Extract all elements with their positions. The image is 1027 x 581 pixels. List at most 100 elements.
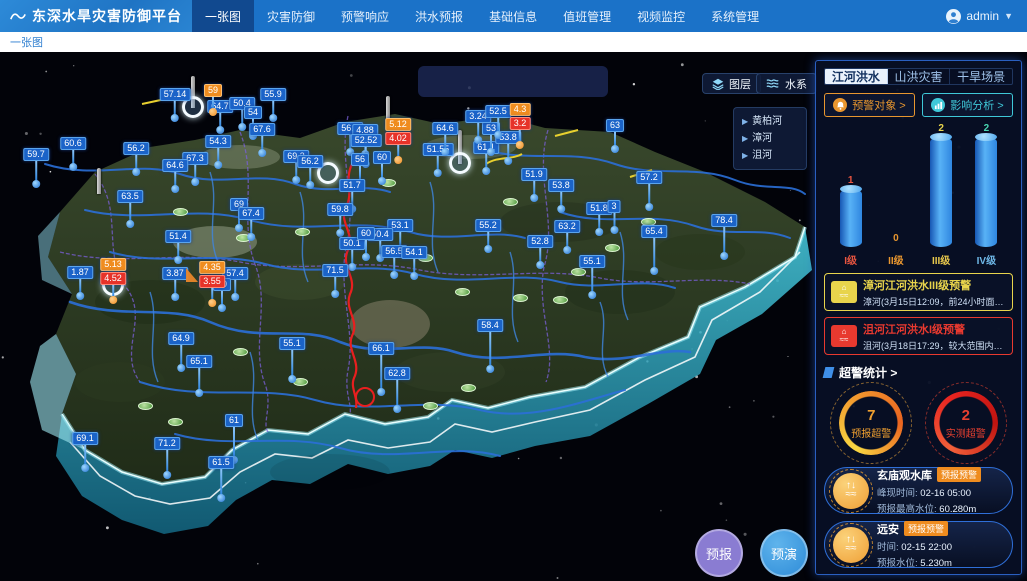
water-level-value: 64.6 (432, 122, 458, 135)
water-level-value: 69.1 (72, 432, 98, 445)
water-level-marker[interactable]: 65.1 (186, 355, 212, 397)
warning-card[interactable]: ⌂≈≈漳河江河洪水III级预警漳河(3月15日12:09，前24小时面雨量230… (824, 273, 1013, 311)
chart-cylinder-bar (840, 189, 862, 247)
water-system-button[interactable]: 水系 (756, 73, 817, 94)
water-level-marker[interactable]: 67.4 (238, 207, 264, 241)
water-level-marker[interactable]: 63.5 (117, 190, 143, 228)
alert-level-marker[interactable]: 4.33.2 (510, 103, 531, 149)
nav-item[interactable]: 灾害防御 (254, 0, 328, 32)
rehearsal-button[interactable]: 预演 (760, 529, 808, 577)
user-menu[interactable]: admin ▼ (932, 0, 1027, 32)
water-level-marker[interactable]: 55.2 (475, 219, 501, 253)
water-level-marker[interactable]: 55.1 (579, 255, 605, 299)
water-level-value: 78.4 (711, 214, 737, 227)
water-level-marker[interactable]: 71.2 (154, 437, 180, 479)
water-level-marker[interactable]: 63.2 (554, 220, 580, 254)
water-level-marker[interactable]: 56.2 (123, 142, 149, 176)
water-level-marker[interactable]: 54.3 (205, 135, 231, 169)
marker-pin-icon (171, 114, 179, 122)
water-level-marker[interactable]: 60 (357, 227, 375, 261)
stats-header[interactable]: 超警统计 > (824, 364, 1013, 381)
water-level-marker[interactable]: 54.1 (401, 246, 427, 280)
nav-item[interactable]: 视频监控 (624, 0, 698, 32)
layers-button[interactable]: 图层 (702, 73, 761, 94)
water-level-marker[interactable]: 58.4 (477, 319, 503, 373)
water-level-marker[interactable]: 78.4 (711, 214, 737, 260)
water-level-value: 52.8 (527, 235, 553, 248)
water-level-marker[interactable]: 56.2 (297, 155, 323, 189)
gauge-ring-icon (839, 391, 903, 455)
station-name: 远安 (877, 521, 899, 537)
station-header: 远安预报预警 (877, 521, 952, 537)
tab-江河洪水[interactable]: 江河洪水 (825, 69, 888, 84)
water-level-marker[interactable]: 51.4 (165, 230, 191, 264)
water-level-marker[interactable]: 55.1 (279, 337, 305, 383)
station-detail: 预报最高水位: 60.280m (877, 501, 981, 515)
river-menu-item[interactable]: ▶沮河 (742, 147, 798, 164)
nav-item[interactable]: 洪水预报 (402, 0, 476, 32)
water-level-marker[interactable]: 59.8 (327, 203, 353, 237)
alert-level-marker[interactable]: 59 (204, 84, 222, 116)
marker-stem-icon (129, 203, 131, 221)
alert-level-marker[interactable]: 5.134.52 (100, 258, 126, 304)
station-card[interactable]: ↑↓≈≈玄庙观水库预报预警峰现时间: 02-16 05:00预报最高水位: 60… (824, 467, 1013, 514)
water-level-marker[interactable]: 51.9 (521, 168, 547, 202)
water-level-marker[interactable]: 69.1 (72, 432, 98, 472)
alert-level-marker[interactable]: 4.353.55 (199, 261, 225, 307)
water-level-marker[interactable]: 65.4 (641, 225, 667, 275)
water-level-value: 63.5 (117, 190, 143, 203)
water-level-marker[interactable]: 3.87 (162, 267, 188, 301)
panel-button[interactable]: 影响分析 > (922, 93, 1013, 117)
panel-button[interactable]: 预警对象 > (824, 93, 915, 117)
water-level-value: 53.8 (548, 179, 574, 192)
alert-level-marker[interactable]: 5.124.02 (385, 118, 411, 164)
water-level-marker[interactable]: 52.8 (527, 235, 553, 269)
water-level-marker[interactable]: 1.87 (67, 266, 93, 300)
water-level-marker[interactable]: 60.6 (60, 137, 86, 171)
river-menu-item[interactable]: ▶漳河 (742, 130, 798, 147)
water-level-marker[interactable]: 64.6 (162, 159, 188, 193)
water-level-marker[interactable]: 59.7 (23, 148, 49, 188)
map-canvas[interactable]: 图层 水系 ▶黄柏河▶漳河▶沮河 57.1455.964.750.45467.6… (0, 52, 1027, 581)
waves-icon (766, 78, 780, 89)
water-level-value: 66.1 (368, 342, 394, 355)
water-level-marker[interactable]: 53.8 (548, 179, 574, 213)
water-level-marker[interactable]: 57.2 (636, 171, 662, 211)
station-detail-value: 02-16 05:00 (920, 488, 971, 499)
marker-stem-icon (84, 445, 86, 465)
forecast-button[interactable]: 预报 (695, 529, 743, 577)
tab-干旱场景[interactable]: 干旱场景 (950, 69, 1012, 84)
marker-stem-icon (533, 181, 535, 195)
water-level-marker[interactable]: 57.14 (160, 88, 191, 122)
chart-category-label: I级 (844, 252, 857, 267)
water-level-marker[interactable]: 62.8 (384, 367, 410, 413)
water-level-marker[interactable]: 67.6 (249, 123, 275, 157)
station-detail: 时间: 02-15 22:00 (877, 539, 952, 553)
water-level-value: 3.87 (162, 267, 188, 280)
marker-pin-icon (126, 220, 134, 228)
water-level-marker[interactable]: 52.5 (485, 105, 511, 139)
nav-item[interactable]: 基础信息 (476, 0, 550, 32)
alert-level-value: 4.3 (510, 103, 531, 116)
river-menu-item[interactable]: ▶黄柏河 (742, 113, 798, 130)
breadcrumb-item[interactable]: 一张图 (10, 34, 43, 50)
marker-pin-icon (81, 464, 89, 472)
water-level-marker[interactable]: 64.6 (432, 122, 458, 156)
station-card[interactable]: ↑↓≈≈远安预报预警时间: 02-15 22:00预报水位: 5.230m (824, 521, 1013, 568)
nav-item[interactable]: 一张图 (192, 0, 254, 32)
nav-item[interactable]: 预警响应 (328, 0, 402, 32)
water-level-marker[interactable]: 3 (607, 200, 620, 234)
water-level-marker[interactable]: 63 (606, 119, 624, 153)
water-level-marker[interactable]: 61.5 (208, 456, 234, 502)
nav-item[interactable]: 系统管理 (698, 0, 772, 32)
tab-山洪灾害[interactable]: 山洪灾害 (888, 69, 951, 84)
water-level-marker[interactable]: 55.9 (260, 88, 286, 122)
water-level-value: 52.52 (351, 134, 382, 147)
warning-card[interactable]: ⌂≈≈沮河江河洪水I级预警沮河(3月18日17:29，较大范围内前24小时雨..… (824, 317, 1013, 355)
station-header: 玄庙观水库预报预警 (877, 467, 981, 483)
water-level-value: 64.6 (162, 159, 188, 172)
nav-item[interactable]: 值班管理 (550, 0, 624, 32)
water-level-value: 67.4 (238, 207, 264, 220)
marker-stem-icon (198, 368, 200, 390)
water-level-marker[interactable]: 71.5 (322, 264, 348, 298)
